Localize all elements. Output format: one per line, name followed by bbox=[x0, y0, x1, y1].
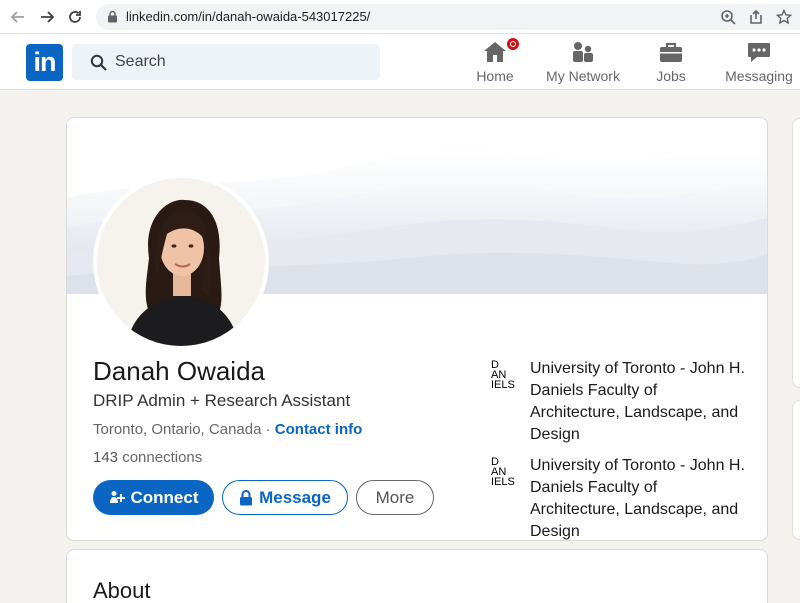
nav-label-my-network: My Network bbox=[546, 68, 620, 84]
profile-photo[interactable] bbox=[93, 174, 269, 350]
profile-headline: DRIP Admin + Research Assistant bbox=[93, 391, 351, 410]
nav-item-jobs[interactable]: Jobs bbox=[650, 40, 692, 86]
back-button[interactable] bbox=[8, 7, 28, 27]
more-button[interactable]: More bbox=[356, 480, 434, 515]
about-section: About bbox=[66, 549, 768, 603]
lock-icon bbox=[240, 489, 253, 505]
share-icon[interactable] bbox=[748, 9, 764, 25]
forward-button[interactable] bbox=[37, 7, 57, 27]
network-icon bbox=[573, 42, 593, 62]
nav-label-home: Home bbox=[476, 68, 514, 84]
bookmark-star-icon[interactable] bbox=[776, 9, 792, 25]
nav-label-messaging: Messaging bbox=[725, 68, 793, 84]
school-logo: D AN IELS bbox=[491, 456, 515, 488]
add-person-icon bbox=[109, 490, 125, 503]
school-name: University of Toronto - John H. Daniels … bbox=[530, 360, 745, 443]
side-card bbox=[792, 118, 800, 388]
lock-icon bbox=[108, 10, 117, 23]
briefcase-icon bbox=[660, 42, 682, 62]
notification-badge bbox=[505, 36, 521, 52]
connections-label: connections bbox=[118, 449, 203, 466]
nav-item-messaging[interactable]: Messaging bbox=[724, 40, 794, 86]
contact-info-link[interactable]: Contact info bbox=[275, 421, 363, 438]
school-logo: D AN IELS bbox=[491, 359, 515, 391]
address-bar[interactable]: linkedin.com/in/danah-owaida-543017225/ bbox=[96, 4, 800, 30]
connections-count-row[interactable]: 143 connections bbox=[93, 449, 202, 466]
side-card bbox=[792, 400, 800, 540]
linkedin-logo[interactable]: in bbox=[26, 44, 63, 81]
search-input[interactable]: Search bbox=[72, 44, 380, 80]
location-separator: · bbox=[261, 421, 275, 438]
url-text: linkedin.com/in/danah-owaida-543017225/ bbox=[126, 9, 371, 24]
profile-location-row: Toronto, Ontario, Canada · Contact info bbox=[93, 421, 362, 438]
back-arrow-icon bbox=[10, 11, 24, 23]
profile-location: Toronto, Ontario, Canada bbox=[93, 421, 262, 438]
connect-label: Connect bbox=[130, 487, 199, 507]
connections-count: 143 bbox=[93, 449, 119, 466]
message-label: Message bbox=[259, 487, 331, 507]
profile-name: Danah Owaida bbox=[93, 356, 265, 386]
message-button[interactable]: Message bbox=[222, 480, 348, 515]
school-name: University of Toronto - John H. Daniels … bbox=[530, 457, 745, 540]
nav-item-my-network[interactable]: My Network bbox=[544, 40, 622, 86]
messaging-icon bbox=[748, 43, 770, 62]
profile-top-card: Danah Owaida DRIP Admin + Research Assis… bbox=[66, 117, 768, 541]
more-label: More bbox=[375, 487, 415, 507]
connect-button[interactable]: Connect bbox=[93, 480, 214, 515]
linkedin-global-nav: in Search Home My Network Jobs Messaging bbox=[0, 34, 800, 90]
search-placeholder: Search bbox=[115, 53, 166, 70]
forward-arrow-icon bbox=[41, 11, 55, 23]
browser-toolbar: linkedin.com/in/danah-owaida-543017225/ bbox=[0, 0, 800, 34]
about-title: About bbox=[93, 578, 151, 603]
zoom-icon[interactable] bbox=[720, 9, 736, 25]
reload-icon bbox=[69, 11, 81, 23]
person-portrait-graphic bbox=[97, 178, 265, 346]
reload-button[interactable] bbox=[65, 7, 85, 27]
search-icon bbox=[90, 54, 107, 71]
nav-item-home[interactable]: Home bbox=[474, 36, 521, 86]
nav-label-jobs: Jobs bbox=[656, 68, 686, 84]
